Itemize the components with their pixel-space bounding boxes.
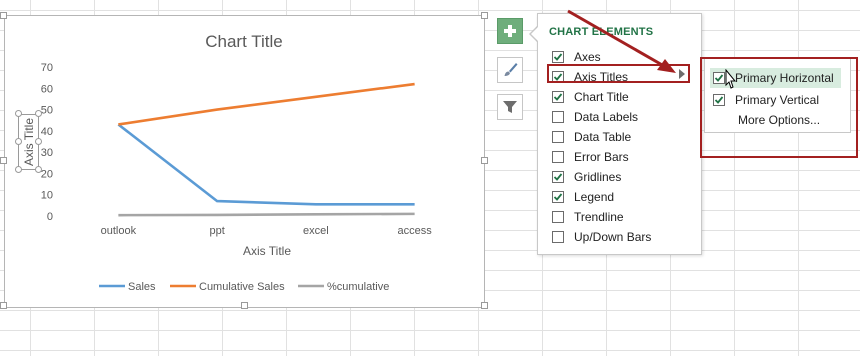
panel-pointer-inner bbox=[531, 26, 539, 42]
chart-elements-button[interactable] bbox=[497, 18, 523, 44]
legend-label: Cumulative Sales bbox=[199, 281, 285, 293]
y-tick-label: 70 bbox=[41, 62, 53, 74]
x-axis-title[interactable]: Axis Title bbox=[243, 244, 291, 258]
chart-resize-handle[interactable] bbox=[0, 157, 7, 164]
chart-title[interactable]: Chart Title bbox=[205, 32, 282, 51]
chart-element-label: Axes bbox=[574, 50, 601, 64]
chart-resize-handle[interactable] bbox=[241, 302, 248, 309]
chart-element-gridlines[interactable]: Gridlines bbox=[552, 167, 621, 187]
chart-filters-button[interactable] bbox=[497, 94, 523, 120]
panel-title: CHART ELEMENTS bbox=[549, 26, 654, 38]
y-axis-title: Axis Title bbox=[22, 118, 36, 167]
checkbox[interactable] bbox=[552, 131, 564, 143]
chart-element-label: Up/Down Bars bbox=[574, 230, 652, 244]
checkbox[interactable] bbox=[552, 191, 564, 203]
resize-handle[interactable] bbox=[35, 166, 42, 173]
legend-entry[interactable]: %cumulative bbox=[298, 281, 389, 293]
chart-element-label: Legend bbox=[574, 190, 615, 204]
chart-resize-handle[interactable] bbox=[0, 12, 7, 19]
line-chart: Chart Title 0 10 20 30 40 50 60 70 outlook ppt ex… bbox=[41, 32, 433, 293]
chart-styles-button[interactable] bbox=[497, 57, 523, 83]
chart-element-label: Chart Title bbox=[574, 90, 629, 104]
chart-element-label: Gridlines bbox=[574, 170, 622, 184]
x-tick-label: ppt bbox=[209, 225, 224, 237]
chart-resize-handle[interactable] bbox=[481, 157, 488, 164]
checkbox[interactable] bbox=[552, 91, 564, 103]
checkbox[interactable] bbox=[552, 51, 564, 63]
y-tick-label: 30 bbox=[41, 147, 53, 159]
checkbox[interactable] bbox=[552, 171, 564, 183]
chart-element-error-bars[interactable]: Error Bars bbox=[552, 147, 629, 167]
annotation-box bbox=[547, 64, 690, 83]
series-line[interactable] bbox=[117, 123, 415, 206]
filter-icon bbox=[503, 101, 517, 113]
legend-entry[interactable]: Cumulative Sales bbox=[170, 281, 285, 293]
series-line[interactable] bbox=[118, 82, 415, 126]
y-tick-label: 20 bbox=[41, 168, 53, 180]
chart-element-data-table[interactable]: Data Table bbox=[552, 127, 631, 147]
chart-element-legend[interactable]: Legend bbox=[552, 187, 614, 207]
chart-element-label: Data Labels bbox=[574, 110, 639, 124]
resize-handle[interactable] bbox=[15, 138, 22, 145]
resize-handle[interactable] bbox=[35, 110, 42, 117]
legend-entry[interactable]: Sales bbox=[99, 281, 156, 293]
chart-element-label: Trendline bbox=[574, 210, 624, 224]
chart-element-chart-title[interactable]: Chart Title bbox=[552, 87, 629, 107]
series-line[interactable] bbox=[118, 212, 415, 217]
legend-label: %cumulative bbox=[327, 281, 389, 293]
legend-label: Sales bbox=[128, 281, 156, 293]
chart-resize-handle[interactable] bbox=[0, 302, 7, 309]
chart-element-label: Data Table bbox=[574, 130, 632, 144]
x-tick-label: excel bbox=[303, 225, 329, 237]
chart-element-trendline[interactable]: Trendline bbox=[552, 207, 624, 227]
chart-resize-handle[interactable] bbox=[481, 302, 488, 309]
y-tick-label: 10 bbox=[41, 190, 53, 202]
x-tick-label: access bbox=[398, 225, 433, 237]
chart-area[interactable]: Chart Title 0 10 20 30 40 50 60 70 outlook ppt ex… bbox=[4, 15, 485, 308]
y-tick-label: 50 bbox=[41, 105, 53, 117]
checkbox[interactable] bbox=[552, 151, 564, 163]
checkbox[interactable] bbox=[552, 211, 564, 223]
mouse-cursor-icon bbox=[725, 69, 737, 89]
y-tick-label: 60 bbox=[41, 83, 53, 95]
y-tick-label: 0 bbox=[47, 211, 53, 223]
chart-element-data-labels[interactable]: Data Labels bbox=[552, 107, 638, 127]
plus-icon bbox=[504, 25, 516, 37]
y-tick-label: 40 bbox=[41, 126, 53, 138]
paintbrush-icon bbox=[504, 63, 518, 76]
chart-element-label: Error Bars bbox=[574, 150, 629, 164]
resize-handle[interactable] bbox=[15, 166, 22, 173]
chart-resize-handle[interactable] bbox=[481, 12, 488, 19]
checkbox[interactable] bbox=[552, 111, 564, 123]
x-tick-label: outlook bbox=[101, 225, 137, 237]
chart-element-up-down-bars[interactable]: Up/Down Bars bbox=[552, 227, 651, 247]
chart-elements-panel: CHART ELEMENTS Axes Axis Titles Chart Titl… bbox=[537, 13, 702, 255]
resize-handle[interactable] bbox=[15, 110, 22, 117]
resize-handle[interactable] bbox=[35, 138, 42, 145]
checkbox[interactable] bbox=[552, 231, 564, 243]
